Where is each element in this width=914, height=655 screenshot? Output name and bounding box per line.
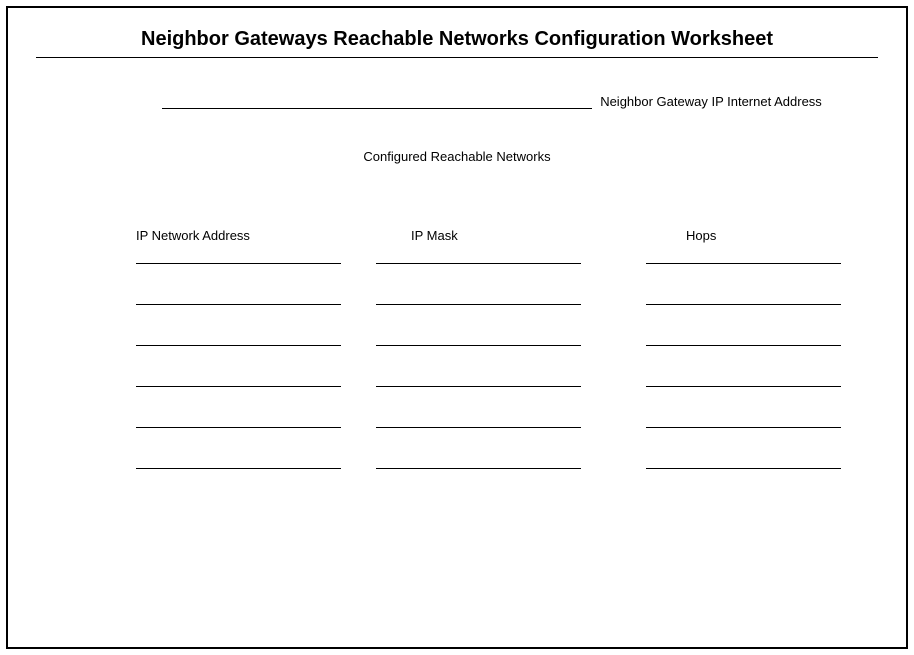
gateway-row: Neighbor Gateway IP Internet Address [36, 94, 878, 109]
blank-line [376, 345, 581, 346]
blank-line [646, 304, 841, 305]
column-header-ip-mask: IP Mask [391, 228, 646, 243]
blank-row [136, 345, 848, 346]
blank-line [136, 427, 341, 428]
rows-container [136, 263, 848, 469]
blank-line [646, 386, 841, 387]
blank-line [646, 345, 841, 346]
blank-row [136, 263, 848, 264]
blank-line [136, 304, 341, 305]
blank-line [646, 427, 841, 428]
blank-line [376, 304, 581, 305]
gateway-ip-label: Neighbor Gateway IP Internet Address [600, 94, 822, 109]
worksheet-frame: Neighbor Gateways Reachable Networks Con… [6, 6, 908, 649]
gateway-ip-blank [162, 108, 592, 109]
blank-line [376, 427, 581, 428]
blank-line [136, 386, 341, 387]
blank-line [376, 386, 581, 387]
column-header-ip-network-address: IP Network Address [136, 228, 391, 243]
blank-line [136, 468, 341, 469]
worksheet-title: Neighbor Gateways Reachable Networks Con… [36, 28, 878, 51]
columns-area: IP Network Address IP Mask Hops [36, 228, 878, 469]
column-header-hops: Hops [646, 228, 846, 243]
subtitle: Configured Reachable Networks [36, 149, 878, 164]
title-rule [36, 57, 878, 58]
column-headers: IP Network Address IP Mask Hops [136, 228, 848, 243]
blank-line [136, 263, 341, 264]
blank-line [646, 468, 841, 469]
blank-row [136, 386, 848, 387]
blank-line [646, 263, 841, 264]
blank-row [136, 304, 848, 305]
blank-line [376, 468, 581, 469]
blank-row [136, 427, 848, 428]
blank-line [136, 345, 341, 346]
blank-line [376, 263, 581, 264]
blank-row [136, 468, 848, 469]
